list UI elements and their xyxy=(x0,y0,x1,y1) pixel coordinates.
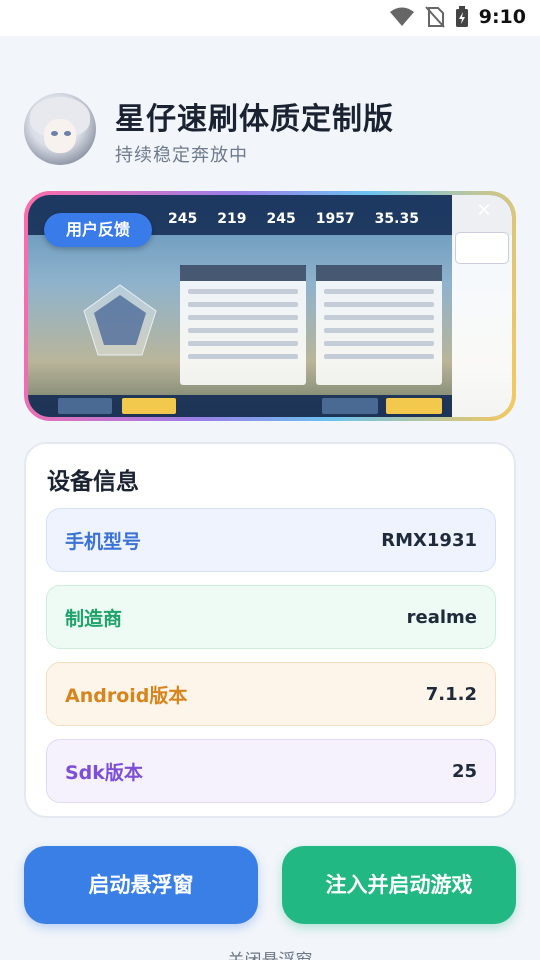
info-label: Android版本 xyxy=(65,684,188,707)
info-value: 25 xyxy=(451,760,477,782)
app-title: 星仔速刷体质定制版 xyxy=(115,102,394,137)
banner[interactable]: 245 219 245 1957 35.35 ✕ 用户反馈 xyxy=(24,191,516,421)
app-subtitle: 持续稳定奔放中 xyxy=(115,145,248,166)
inject-start-game-button[interactable]: 注入并启动游戏 xyxy=(282,846,516,924)
wifi-icon xyxy=(389,7,415,27)
info-row-manufacturer: 制造商 realme xyxy=(46,585,496,649)
close-float-window-link[interactable]: 关闭悬浮窗 xyxy=(0,946,540,960)
info-value: realme xyxy=(406,606,477,628)
info-label: 制造商 xyxy=(65,607,123,630)
feedback-button[interactable]: 用户反馈 xyxy=(44,213,152,247)
info-value: 7.1.2 xyxy=(425,683,477,705)
info-row-model: 手机型号 RMX1931 xyxy=(46,508,496,572)
no-sim-icon xyxy=(424,6,445,28)
info-label: 手机型号 xyxy=(65,530,142,553)
start-float-window-button[interactable]: 启动悬浮窗 xyxy=(24,846,258,924)
info-value: RMX1931 xyxy=(381,529,477,551)
info-row-android-version: Android版本 7.1.2 xyxy=(46,662,496,726)
info-label: Sdk版本 xyxy=(65,761,143,784)
info-row-sdk-version: Sdk版本 25 xyxy=(46,739,496,803)
status-bar: 9:10 xyxy=(0,0,540,36)
avatar xyxy=(24,93,96,165)
status-time: 9:10 xyxy=(478,6,526,28)
close-icon[interactable]: ✕ xyxy=(474,201,494,221)
battery-charging-icon xyxy=(455,6,469,28)
device-info-card: 设备信息 手机型号 RMX1931 制造商 realme Android版本 7… xyxy=(24,442,516,818)
device-info-title: 设备信息 xyxy=(47,469,139,495)
